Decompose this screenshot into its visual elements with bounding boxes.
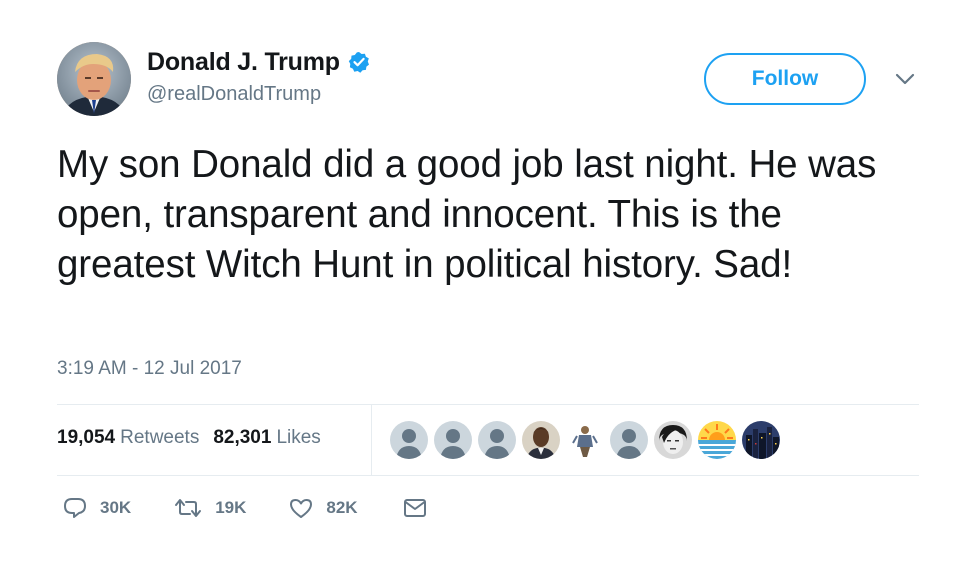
liker-avatar[interactable] [434, 421, 472, 459]
chevron-down-icon[interactable] [893, 70, 917, 88]
liker-avatar[interactable] [698, 421, 736, 459]
like-count: 82K [326, 498, 358, 517]
retweets-label: Retweets [120, 427, 200, 448]
follow-button[interactable]: Follow [704, 53, 866, 105]
verified-badge-icon [348, 51, 370, 73]
likes-stat[interactable]: 82,301 Likes [213, 427, 320, 449]
liker-avatar[interactable] [742, 421, 780, 459]
direct-message-button[interactable] [402, 496, 428, 520]
like-button[interactable]: 82K [288, 496, 358, 520]
liker-avatar[interactable] [610, 421, 648, 459]
liker-avatar[interactable] [654, 421, 692, 459]
user-handle[interactable]: @realDonaldTrump [147, 83, 321, 106]
divider-top [57, 404, 919, 405]
tweet-text: My son Donald did a good job last night.… [57, 143, 877, 286]
display-name[interactable]: Donald J. Trump [147, 48, 340, 77]
user-name-row: Donald J. Trump [147, 47, 370, 77]
divider-bottom [57, 475, 919, 476]
avatar[interactable] [57, 42, 131, 116]
stats-divider [371, 405, 372, 475]
retweet-button[interactable]: 19K [173, 496, 246, 520]
reply-button[interactable]: 30K [62, 496, 131, 520]
retweet-count: 19K [215, 498, 247, 517]
liker-avatars [390, 421, 786, 459]
liker-avatar[interactable] [390, 421, 428, 459]
liker-avatar[interactable] [478, 421, 516, 459]
tweet-actions: 30K 19K 82K [62, 496, 428, 520]
retweet-icon [173, 496, 203, 520]
tweet-timestamp[interactable]: 3:19 AM - 12 Jul 2017 [57, 358, 242, 380]
tweet-card: Donald J. Trump @realDonaldTrump Follow … [0, 0, 980, 568]
reply-icon [62, 496, 88, 520]
retweets-count: 19,054 [57, 427, 116, 448]
reply-count: 30K [100, 498, 132, 517]
likes-label: Likes [276, 427, 321, 448]
liker-avatar[interactable] [566, 421, 604, 459]
likes-count: 82,301 [213, 427, 272, 448]
retweets-stat[interactable]: 19,054 Retweets [57, 427, 199, 449]
liker-avatar[interactable] [522, 421, 560, 459]
envelope-icon [402, 496, 428, 520]
heart-icon [288, 496, 314, 520]
tweet-stats: 19,054 Retweets 82,301 Likes [57, 427, 321, 449]
